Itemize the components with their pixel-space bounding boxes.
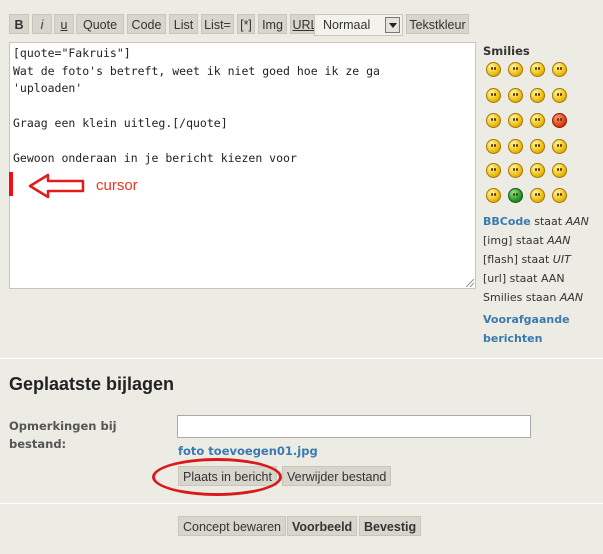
previous-posts-line1[interactable]: Voorafgaande: [483, 313, 570, 326]
smiley-tongue-icon[interactable]: [508, 113, 523, 128]
img-status: [img] staat AAN: [483, 234, 570, 247]
delete-file-button[interactable]: Verwijder bestand: [282, 466, 392, 486]
smiley-confused-icon[interactable]: [530, 88, 545, 103]
code-button[interactable]: Code: [127, 14, 166, 34]
smiley-alien-icon[interactable]: [508, 188, 523, 203]
smiley-nerd-icon[interactable]: [552, 188, 567, 203]
previous-posts-link[interactable]: Voorafgaande berichten: [483, 310, 570, 348]
url-status: [url] staat AAN: [483, 272, 565, 285]
smiley-twisted-icon[interactable]: [530, 139, 545, 154]
smiley-roll-icon[interactable]: [552, 139, 567, 154]
chevron-down-icon[interactable]: [385, 17, 400, 33]
list-item-button[interactable]: [*]: [237, 14, 255, 34]
bbcode-status: BBCode staat AAN: [483, 215, 589, 228]
img-status-text: [img] staat: [483, 234, 548, 247]
bold-button[interactable]: B: [9, 14, 29, 34]
smiley-mad-icon[interactable]: [552, 113, 567, 128]
save-draft-button[interactable]: Concept bewaren: [178, 516, 286, 536]
bbcode-status-value: AAN: [565, 215, 589, 228]
confirm-button[interactable]: Bevestig: [359, 516, 422, 536]
smiley-evil-icon[interactable]: [508, 139, 523, 154]
cursor-annotation-label: cursor: [96, 177, 138, 194]
smiley-arrow-icon[interactable]: [552, 163, 567, 178]
quote-button[interactable]: Quote: [76, 14, 124, 34]
smiley-neutral-icon[interactable]: [486, 188, 501, 203]
smilies-heading: Smilies: [483, 44, 530, 58]
ordered-list-button[interactable]: List=: [201, 14, 234, 34]
flash-status-text: [flash] staat: [483, 253, 553, 266]
flash-status-value: UIT: [552, 253, 571, 266]
arrow-left-icon: [28, 173, 85, 199]
comment-label: Opmerkingen bij bestand:: [9, 419, 117, 451]
attachments-heading: Geplaatste bijlagen: [9, 374, 175, 394]
smiley-glasses-icon[interactable]: [552, 62, 567, 77]
flash-status: [flash] staat UIT: [483, 253, 571, 266]
preview-button[interactable]: Voorbeeld: [287, 516, 358, 536]
smiley-redface-icon[interactable]: [530, 113, 545, 128]
text-color-button[interactable]: Tekstkleur: [406, 14, 469, 34]
smiley-laugh-icon[interactable]: [486, 113, 501, 128]
attachment-comment-input[interactable]: [177, 415, 531, 438]
smiley-exclaim-icon[interactable]: [486, 163, 501, 178]
previous-posts-line2[interactable]: berichten: [483, 332, 542, 345]
font-size-select[interactable]: Normaal: [314, 14, 403, 36]
smiley-cool-icon[interactable]: [552, 88, 567, 103]
bbcode-link[interactable]: BBCode: [483, 215, 531, 228]
smiley-idea-icon[interactable]: [530, 163, 545, 178]
resize-grip-icon[interactable]: [466, 279, 474, 287]
list-button[interactable]: List: [169, 14, 198, 34]
smiley-eek-icon[interactable]: [508, 88, 523, 103]
italic-button[interactable]: i: [32, 14, 52, 34]
underline-button[interactable]: u: [54, 14, 74, 34]
attachment-file-link[interactable]: foto toevoegen01.jpg: [178, 444, 318, 458]
bbcode-status-text: staat: [530, 215, 566, 228]
smiley-smile-icon[interactable]: [530, 62, 545, 77]
place-in-post-button[interactable]: Plaats in bericht: [178, 466, 277, 486]
img-button[interactable]: Img: [258, 14, 287, 34]
smiley-happy-icon[interactable]: [508, 62, 523, 77]
font-size-value: Normaal: [323, 18, 371, 32]
message-textarea[interactable]: [quote="Fakruis"] Wat de foto's betreft,…: [9, 42, 476, 289]
smiley-wink-icon[interactable]: [530, 188, 545, 203]
img-status-value: AAN: [547, 234, 571, 247]
smilies-status: Smilies staan AAN: [483, 291, 583, 304]
smiley-sad-icon[interactable]: [486, 139, 501, 154]
smilies-status-value: AAN: [559, 291, 584, 304]
smiley-grin-icon[interactable]: [486, 62, 501, 77]
cursor-marker: [9, 172, 13, 196]
smiley-surprised-icon[interactable]: [486, 88, 501, 103]
smilies-status-text: Smilies staan: [483, 291, 560, 304]
smiley-question-icon[interactable]: [508, 163, 523, 178]
